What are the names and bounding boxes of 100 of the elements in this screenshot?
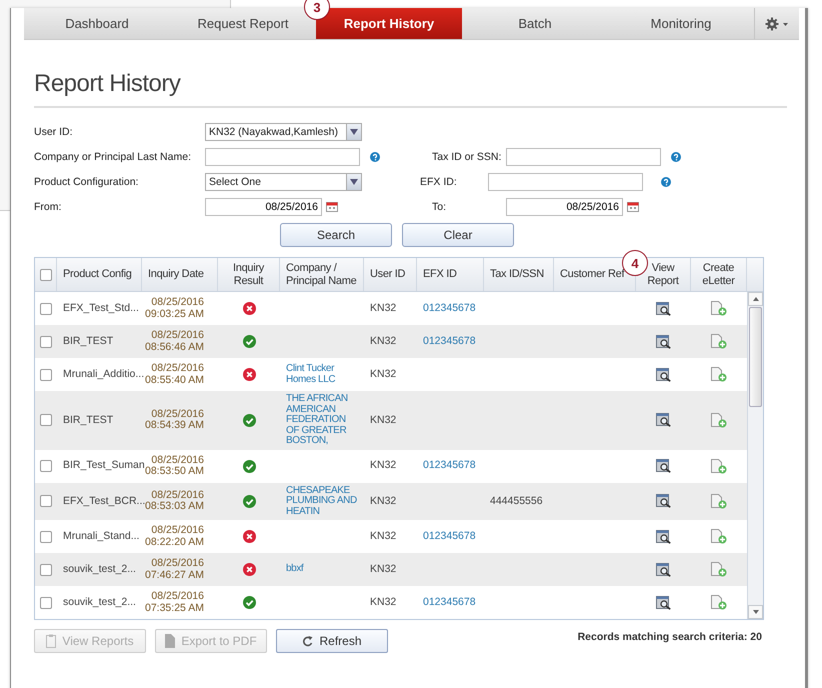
column-header[interactable]: Inquiry Result [218,258,280,291]
clear-button[interactable]: Clear [402,223,514,247]
new-document-icon[interactable] [711,458,727,474]
date-cell: 08/25/2016 08:56:46 AM [145,330,204,353]
view-report-icon[interactable] [656,530,672,544]
row-checkbox[interactable] [40,460,52,472]
input-field[interactable] [205,148,360,166]
row-checkbox[interactable] [40,302,52,314]
date-cell: 08/25/2016 08:53:50 AM [145,454,204,478]
caret-icon [350,128,358,134]
help-icon[interactable] [370,152,380,162]
document-icon [165,634,176,648]
efx-id-link[interactable]: 012345678 [423,596,476,608]
table-cell: Mrunali_Additio... [63,368,144,380]
date-field[interactable]: 08/25/2016 [205,198,322,216]
view-report-icon[interactable] [656,413,672,428]
row-checkbox[interactable] [40,530,52,542]
input-field[interactable] [506,148,661,166]
table-cell: souvik_test_2... [63,564,136,575]
scrollbar[interactable] [747,292,763,619]
field-label: To: [432,200,448,212]
field-label: From: [34,200,62,212]
new-document-icon[interactable] [711,334,727,349]
date-cell: 08/25/2016 07:35:25 AM [145,591,204,614]
efx-id-link[interactable]: 012345678 [423,530,476,542]
company-link[interactable]: Clint Tucker Homes LLC [286,364,360,385]
view-report-icon[interactable] [656,494,672,508]
new-document-icon[interactable] [711,412,727,428]
column-header[interactable]: Create eLetter [691,258,747,291]
company-link[interactable]: bbxf [286,564,304,575]
column-header[interactable]: Product Config [57,258,142,291]
new-document-icon[interactable] [711,562,727,577]
product-dropdown[interactable]: Select One [205,172,362,190]
row-checkbox[interactable] [40,414,52,426]
table-cell: KN32 [370,368,396,380]
column-header[interactable]: EFX ID [417,258,484,291]
calendar-icon[interactable] [326,202,338,212]
refresh-button[interactable]: Refresh [276,629,388,653]
view-report-icon[interactable] [656,302,672,316]
column-header[interactable]: User ID [364,258,417,291]
help-icon[interactable] [671,152,681,162]
view-report-icon[interactable] [656,596,672,610]
select-all-checkbox[interactable] [40,268,52,280]
search-button[interactable]: Search [280,223,392,247]
date-field[interactable]: 08/25/2016 [506,198,623,216]
user-dropdown[interactable]: KN32 (Nayakwad,Kamlesh) [205,122,362,140]
new-document-icon[interactable] [711,529,727,544]
new-document-icon[interactable] [711,367,727,382]
help-icon[interactable] [661,176,671,186]
table-cell: KN32 [370,336,396,347]
efx-id-link[interactable]: 012345678 [423,460,476,472]
new-document-icon[interactable] [711,595,727,610]
table-cell: KN32 [370,302,396,314]
new-document-icon[interactable] [711,494,727,509]
table-cell: souvik_test_2... [63,596,136,608]
column-header[interactable]: Company / Principal Name [280,258,364,291]
date-cell: 08/25/2016 08:53:03 AM [145,490,204,512]
records-count: Records matching search criteria: 20 [578,630,762,645]
nav-tab[interactable]: Dashboard [24,8,170,39]
view-report-icon[interactable] [656,334,672,348]
page-title: Report History [34,40,787,108]
view-report-icon[interactable] [656,562,672,576]
table-cell: KN32 [370,414,396,426]
table-cell: 444455556 [490,496,543,507]
clipboard-icon [46,634,56,648]
column-header[interactable]: Tax ID/SSN [484,258,554,291]
row-checkbox[interactable] [40,368,52,380]
date-cell: 08/25/2016 09:03:25 AM [145,297,204,320]
table-cell: EFX_Test_Std... [63,302,139,314]
scroll-down-icon[interactable] [752,610,758,614]
table-cell: BIR_Test_Suman [63,460,145,472]
table-cell: KN32 [370,496,396,507]
table-cell: KN32 [370,460,396,472]
company-link[interactable]: CHESAPEAKE PLUMBING AND HEATIN [286,486,360,517]
column-header[interactable]: Inquiry Date [142,258,218,291]
settings-icon [765,16,789,30]
table-cell: BIR_TEST [63,336,114,347]
table-cell: KN32 [370,564,396,575]
table-cell: Mrunali_Stand... [63,530,140,542]
scroll-thumb[interactable] [749,307,762,407]
row-checkbox[interactable] [40,596,52,608]
caret-icon [350,178,358,184]
nav-tab[interactable]: Batch [462,8,608,39]
date-cell: 08/25/2016 08:22:20 AM [145,525,204,548]
field-label: Company or Principal Last Name: [34,150,192,162]
efx-id-link[interactable]: 012345678 [423,302,476,314]
scroll-up-icon[interactable] [752,297,758,301]
row-checkbox[interactable] [40,495,52,508]
nav-tab[interactable]: Monitoring [608,8,754,39]
efx-id-link[interactable]: 012345678 [423,336,476,347]
input-field[interactable] [488,172,643,190]
view-report-icon[interactable] [656,459,672,473]
new-document-icon[interactable] [711,301,727,316]
date-cell: 08/25/2016 08:55:40 AM [145,363,204,386]
row-checkbox[interactable] [40,336,52,348]
company-link[interactable]: THE AFRICAN AMERICAN FEDERATION OF GREATER BOSTON, [286,394,360,446]
field-label: User ID: [34,126,74,138]
view-report-icon[interactable] [656,368,672,382]
row-checkbox[interactable] [40,564,52,576]
calendar-icon[interactable] [627,202,639,212]
